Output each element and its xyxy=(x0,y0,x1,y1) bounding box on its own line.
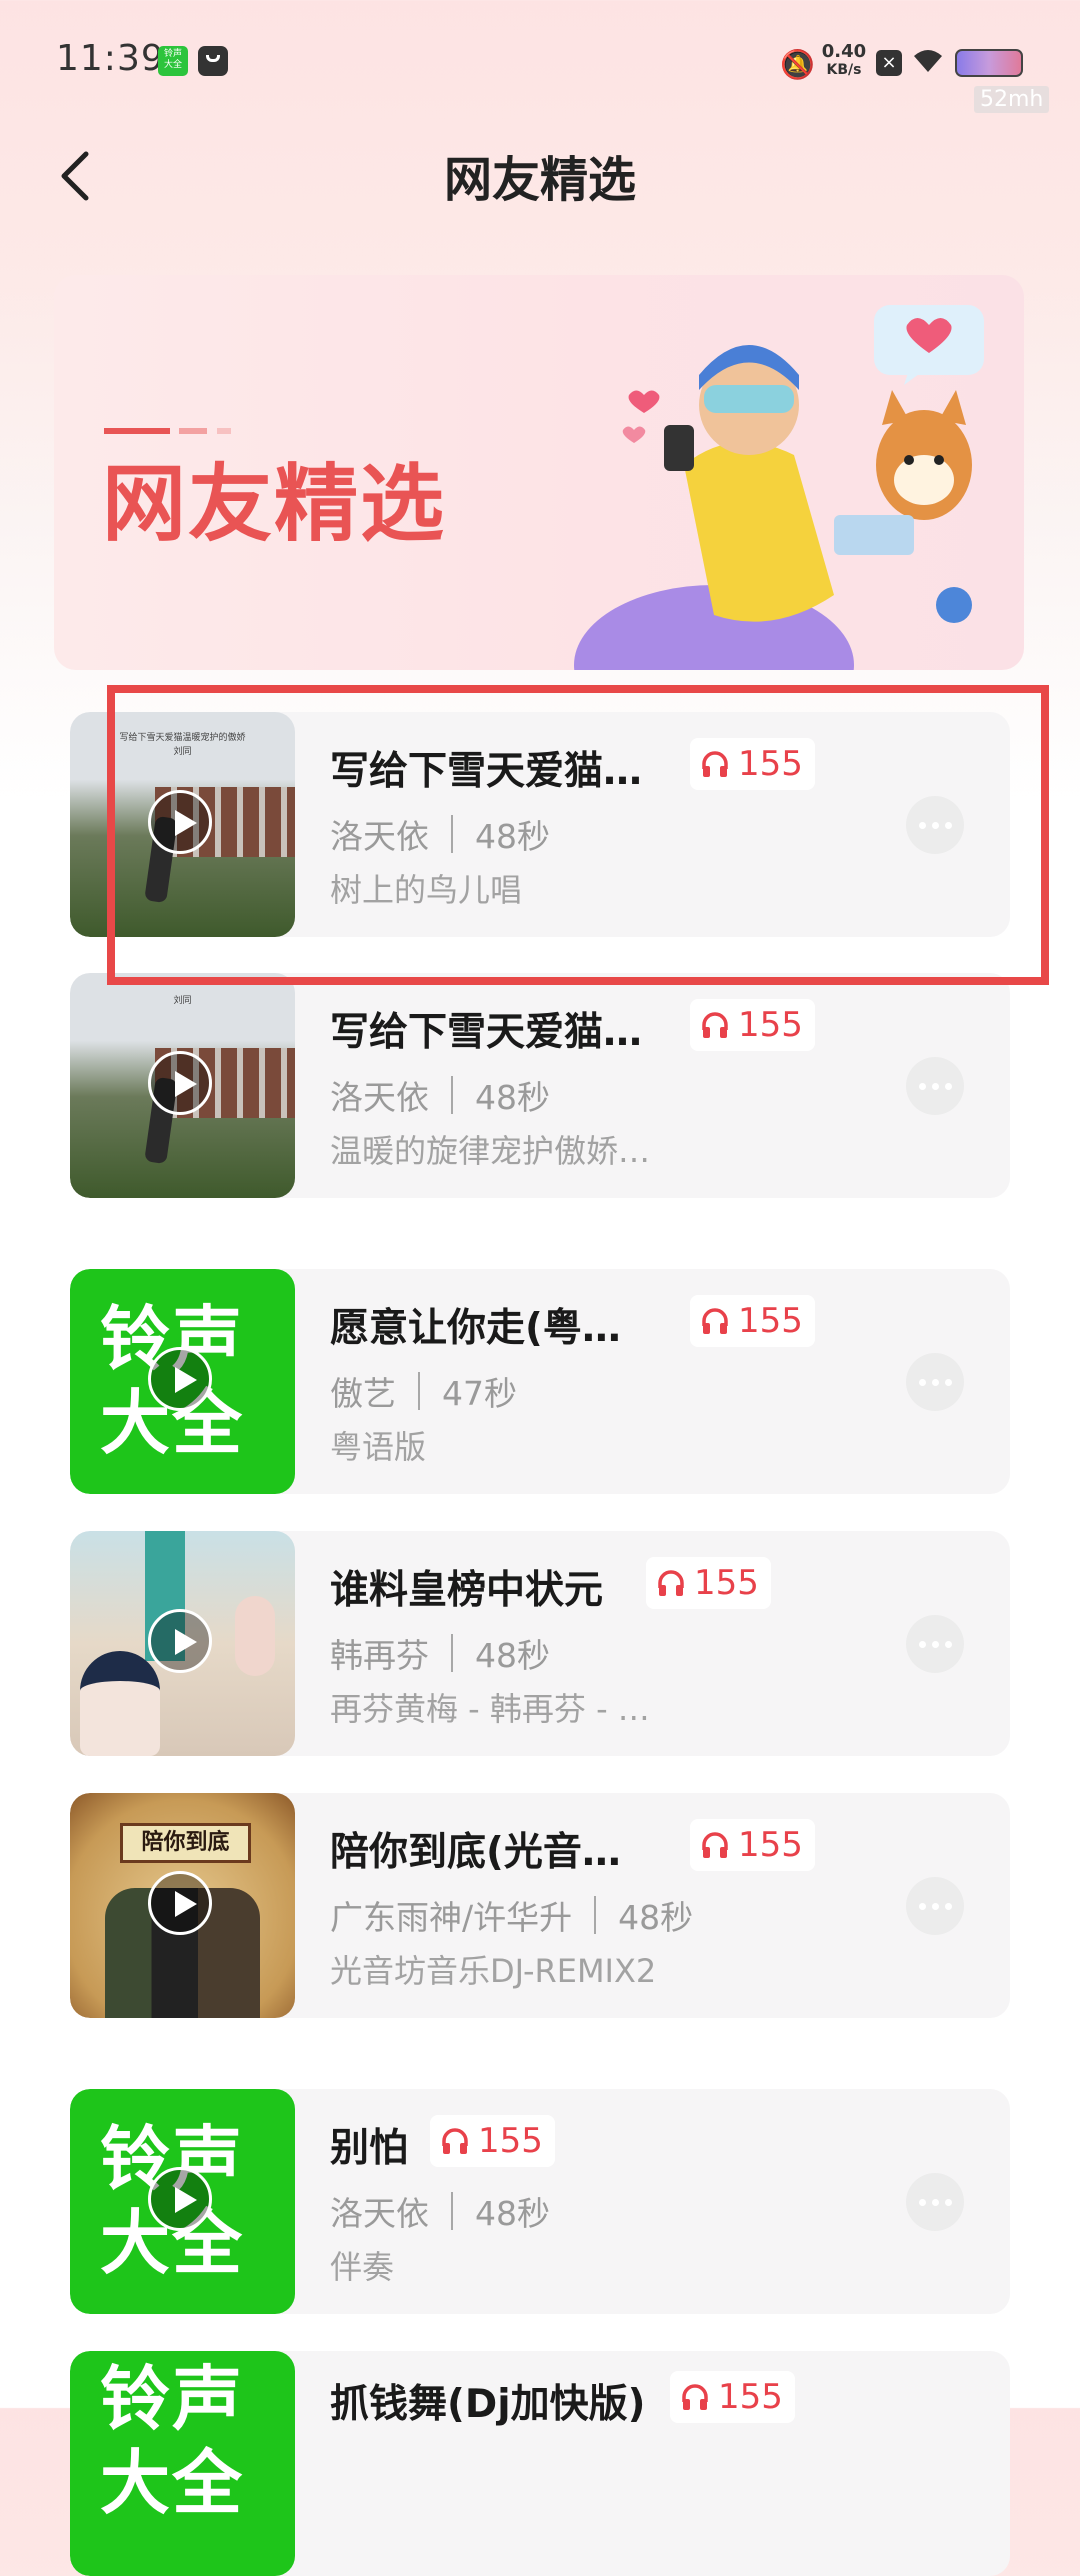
banner-decor-dash xyxy=(179,428,207,434)
duration: 47秒 xyxy=(442,1374,517,1413)
song-item[interactable]: 铃声 大全 抓钱舞(Dj加快版) 155 xyxy=(70,2351,1010,2576)
banner-decor-dash xyxy=(217,428,231,434)
duration: 48秒 xyxy=(618,1898,694,1937)
song-item[interactable]: 刘同 写给下雪天爱猫… 155 洛天依 48秒 温暖的旋律宠护傲娇… xyxy=(70,973,1010,1198)
play-count: 155 xyxy=(478,2121,543,2161)
play-count-badge: 155 xyxy=(670,2371,795,2423)
ringtone-app-notification-icon: 铃声 大全 xyxy=(158,46,188,76)
song-description: 光音坊音乐DJ-REMIX2 xyxy=(330,1952,657,1990)
duration: 48秒 xyxy=(475,2194,550,2233)
headphones-icon xyxy=(700,1010,730,1040)
play-count-badge: 155 xyxy=(646,1557,771,1609)
play-icon[interactable] xyxy=(148,1871,212,1935)
message-notification-icon xyxy=(198,46,228,76)
duration: 48秒 xyxy=(475,1078,550,1117)
more-options-button[interactable] xyxy=(906,2173,964,2231)
network-speed: 0.40 KB/s xyxy=(820,42,868,80)
song-title: 别怕 xyxy=(330,2126,409,2171)
play-count: 155 xyxy=(738,1825,803,1865)
song-description: 粤语版 xyxy=(330,1428,427,1466)
play-count: 155 xyxy=(738,1301,803,1341)
play-icon[interactable] xyxy=(148,1609,212,1673)
network-speed-unit: KB/s xyxy=(826,62,862,78)
more-options-button[interactable] xyxy=(906,1877,964,1935)
song-meta: 洛天依 48秒 xyxy=(330,1071,550,1119)
artist-name: 韩再芬 xyxy=(330,1636,429,1675)
page-title: 网友精选 xyxy=(443,152,636,208)
battery-icon xyxy=(955,49,1023,77)
play-icon[interactable] xyxy=(148,2167,212,2231)
song-title: 写给下雪天爱猫… xyxy=(330,1010,643,1055)
song-title: 陪你到底(光音… xyxy=(330,1830,621,1875)
more-options-button[interactable] xyxy=(906,1353,964,1411)
artist-name: 洛天依 xyxy=(330,1078,429,1117)
status-time: 11:39 xyxy=(56,38,165,79)
song-cover: 刘同 xyxy=(70,973,295,1198)
duration: 48秒 xyxy=(475,1636,550,1675)
divider xyxy=(451,1634,453,1672)
highlight-box xyxy=(107,685,1049,985)
song-cover xyxy=(70,1531,295,1756)
song-title: 抓钱舞(Dj加快版) xyxy=(330,2382,646,2427)
play-count-badge: 155 xyxy=(430,2115,555,2167)
headphones-icon xyxy=(700,1830,730,1860)
song-item[interactable]: 陪你到底 陪你到底(光音… 155 广东雨神/许华升 48秒 光音坊音乐DJ-RE… xyxy=(70,1793,1010,2018)
play-icon[interactable] xyxy=(148,1051,212,1115)
song-item[interactable]: 铃声 大全 愿意让你走(粤… 155 傲艺 47秒 粤语版 xyxy=(70,1269,1010,1494)
song-item[interactable]: 谁料皇榜中状元 155 韩再芬 48秒 再芬黄梅 - 韩再芬 - … xyxy=(70,1531,1010,1756)
song-cover: 铃声 大全 xyxy=(70,2351,295,2576)
cover-logo-line: 铃声 xyxy=(100,2358,244,2440)
network-speed-value: 0.40 xyxy=(821,41,867,62)
song-cover: 铃声 大全 xyxy=(70,2089,295,2314)
refresh-rate-badge: 52mh xyxy=(974,86,1050,113)
song-cover: 铃声 大全 xyxy=(70,1269,295,1494)
more-options-button[interactable] xyxy=(906,1057,964,1115)
song-meta: 洛天依 48秒 xyxy=(330,2187,550,2235)
play-count: 155 xyxy=(738,1005,803,1045)
song-meta: 广东雨神/许华升 48秒 xyxy=(330,1891,693,1939)
banner-title: 网友精选 xyxy=(102,455,447,553)
divider xyxy=(418,1372,420,1410)
divider xyxy=(451,1076,453,1114)
song-description: 温暖的旋律宠护傲娇… xyxy=(330,1132,651,1170)
song-cover: 陪你到底 xyxy=(70,1793,295,2018)
artist-name: 洛天依 xyxy=(330,2194,429,2233)
artist-name: 广东雨神/许华升 xyxy=(330,1898,573,1937)
cover-logo-text: 铃声 大全 xyxy=(100,2357,244,2525)
play-icon[interactable] xyxy=(148,1347,212,1411)
cover-figure xyxy=(235,1596,275,1676)
banner-illustration xyxy=(574,305,984,670)
cover-logo-line: 大全 xyxy=(100,2442,244,2524)
more-options-button[interactable] xyxy=(906,1615,964,1673)
play-count-badge: 155 xyxy=(690,999,815,1051)
song-meta: 傲艺 47秒 xyxy=(330,1367,517,1415)
song-item[interactable]: 铃声 大全 别怕 155 洛天依 48秒 伴奏 xyxy=(70,2089,1010,2314)
headphones-icon xyxy=(440,2126,470,2156)
song-description: 伴奏 xyxy=(330,2248,395,2286)
wifi-icon xyxy=(910,44,946,84)
headphones-icon xyxy=(656,1568,686,1598)
song-meta: 韩再芬 48秒 xyxy=(330,1629,550,1677)
banner-decor-dash xyxy=(104,428,170,434)
divider xyxy=(594,1896,597,1934)
mute-bell-icon: 🔕 xyxy=(780,48,815,81)
featured-banner[interactable]: 网友精选 xyxy=(54,275,1024,670)
song-title: 谁料皇榜中状元 xyxy=(330,1568,604,1613)
song-description: 再芬黄梅 - 韩再芬 - … xyxy=(330,1690,650,1728)
play-count-badge: 155 xyxy=(690,1295,815,1347)
divider xyxy=(451,2192,453,2230)
play-count: 155 xyxy=(718,2377,783,2417)
cover-caption-sub: 刘同 xyxy=(173,996,192,1006)
play-count: 155 xyxy=(694,1563,759,1603)
headphones-icon xyxy=(700,1306,730,1336)
play-count-badge: 155 xyxy=(690,1819,815,1871)
song-title: 愿意让你走(粤… xyxy=(330,1306,621,1351)
artist-name: 傲艺 xyxy=(330,1374,396,1413)
no-sim-icon: × xyxy=(876,50,902,76)
cover-figure xyxy=(80,1651,160,1756)
cover-title: 陪你到底 xyxy=(120,1823,251,1863)
